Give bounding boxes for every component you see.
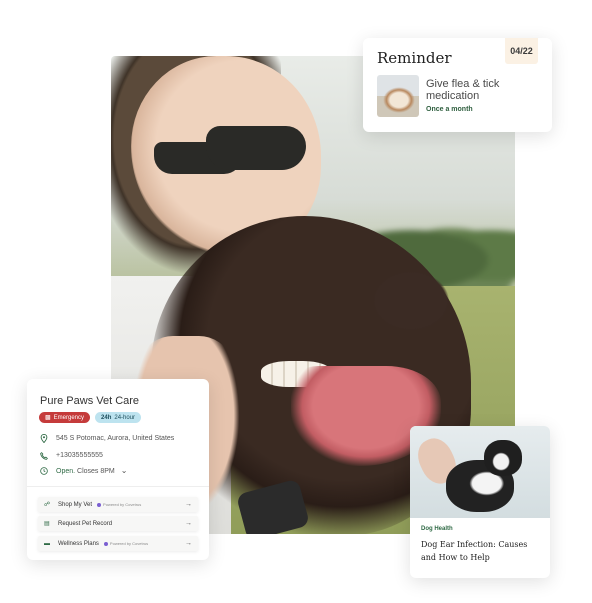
arrow-right-icon: →	[185, 520, 192, 527]
vet-name: Pure Paws Vet Care	[40, 395, 140, 407]
shop-my-vet-button[interactable]: ☍ Shop My Vet Powered by Covetrus →	[38, 497, 198, 512]
wellness-plans-button[interactable]: ▬ Wellness Plans Powered by Covetrus →	[38, 536, 198, 551]
phone-row[interactable]: +13035555555	[39, 451, 103, 460]
reminder-card[interactable]: Reminder 04/22 Give flea & tick medicati…	[363, 38, 552, 132]
arrow-right-icon: →	[185, 501, 192, 508]
link-icon: ☍	[44, 502, 51, 508]
status-closes: Closes 8PM	[77, 468, 115, 475]
action-label: Wellness Plans	[58, 540, 99, 547]
powered-by: Powered by Covetrus	[97, 502, 141, 507]
powered-label: Powered by Covetrus	[109, 541, 149, 546]
location-pin-icon	[39, 434, 48, 443]
address-row[interactable]: 545 S Potomac, Aurora, United States	[39, 434, 174, 443]
powered-label: Powered by Covetrus	[103, 502, 142, 507]
status-open: Open.	[56, 468, 76, 475]
ambulance-icon: ▩	[45, 415, 51, 421]
clock-icon	[39, 466, 48, 475]
dog-head-small	[484, 440, 522, 476]
article-category: Dog Health	[421, 526, 453, 532]
action-label: Request Pet Record	[58, 520, 113, 527]
article-card[interactable]: Dog Health Dog Ear Infection: Causes and…	[410, 426, 550, 578]
vet-phone: +13035555555	[56, 452, 103, 459]
chevron-down-icon[interactable]: ⌄	[121, 466, 128, 475]
pet-image	[383, 87, 415, 113]
arrow-right-icon: →	[185, 540, 192, 547]
divider	[27, 486, 209, 487]
covetrus-logo-icon	[103, 541, 108, 546]
covetrus-logo-icon	[97, 502, 102, 507]
emergency-label: Emergency	[53, 414, 85, 421]
action-label: Shop My Vet	[58, 501, 93, 508]
reminder-date-badge: 04/22	[505, 38, 538, 64]
vet-card: Pure Paws Vet Care ▩ Emergency 24h 24-ho…	[27, 379, 209, 560]
24h-icon: 24h	[101, 414, 112, 421]
hours-row[interactable]: Open. Closes 8PM ⌄	[39, 466, 127, 475]
hours-label: 24-hour	[114, 414, 136, 421]
reminder-task: Give flea & tick medication	[426, 78, 500, 102]
vet-address: 545 S Potomac, Aurora, United States	[56, 435, 175, 442]
dog-snout	[366, 266, 456, 336]
emergency-badge: ▩ Emergency	[39, 412, 91, 423]
reminder-frequency: Once a month	[426, 106, 473, 113]
card-icon: ▬	[44, 540, 50, 547]
vet-badges: ▩ Emergency 24h 24-hour	[39, 412, 142, 423]
reminder-title: Reminder	[377, 49, 452, 67]
hours-badge: 24h 24-hour	[95, 412, 142, 423]
article-headline[interactable]: Dog Ear Infection: Causes and How to Hel…	[421, 538, 541, 564]
phone-icon	[39, 451, 48, 460]
document-icon: ▤	[44, 521, 50, 527]
sunglasses	[206, 126, 306, 170]
powered-by: Powered by Covetrus	[103, 541, 149, 546]
reminder-thumbnail	[377, 75, 419, 117]
request-pet-record-button[interactable]: ▤ Request Pet Record →	[38, 516, 198, 531]
article-image	[410, 426, 550, 518]
